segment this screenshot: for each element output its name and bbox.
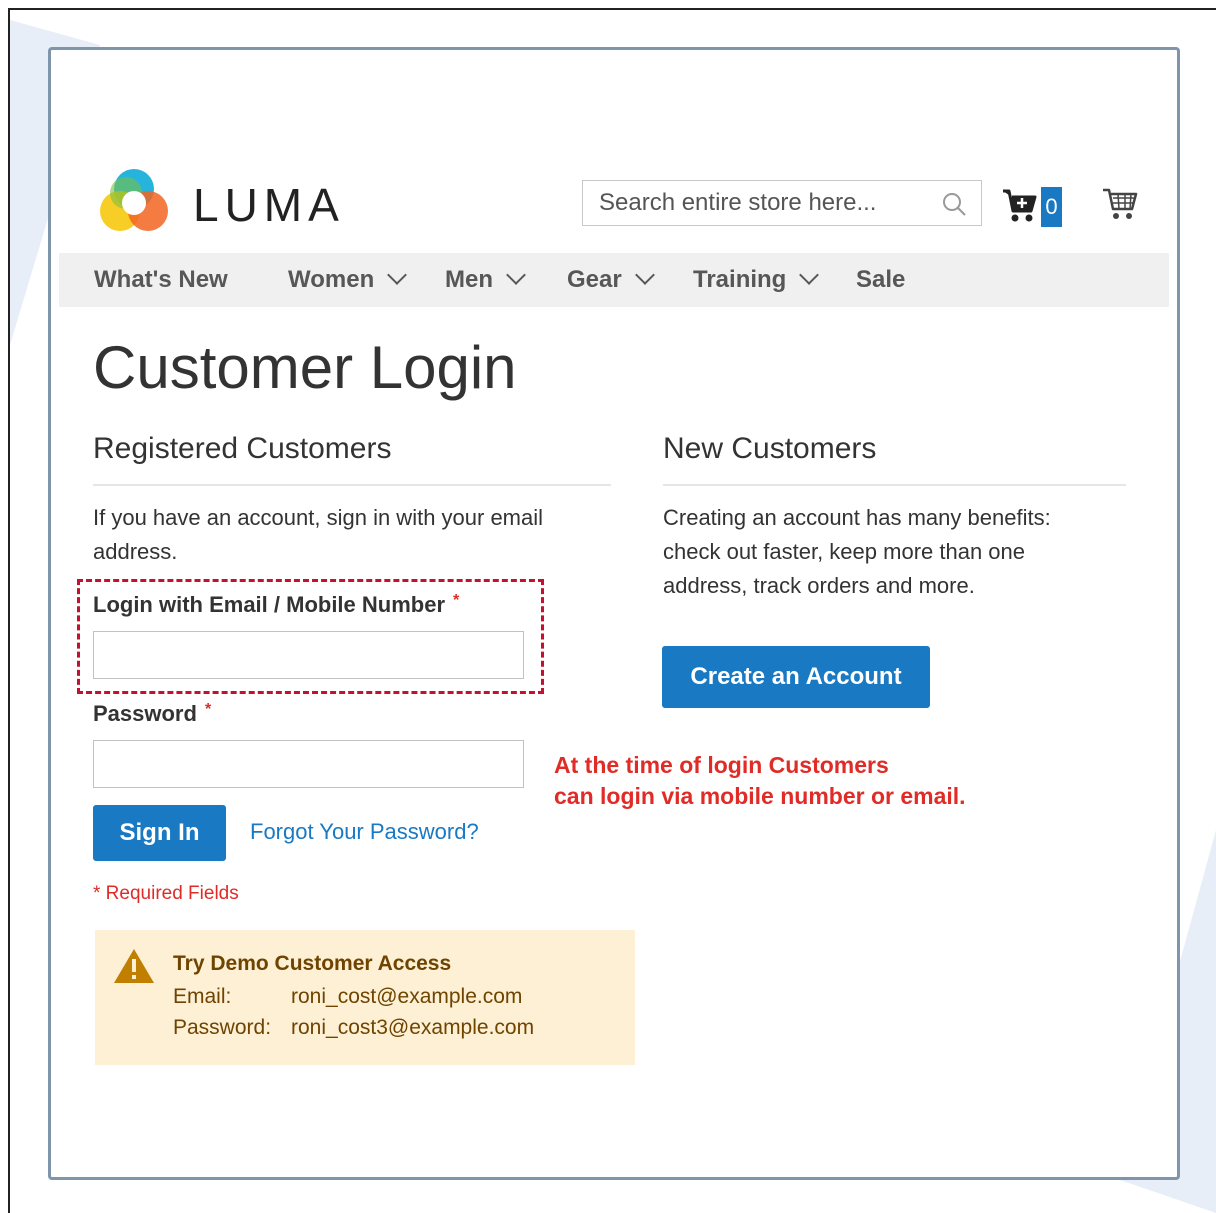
intro-line: If you have an account, sign in with you… [93,505,544,530]
nav-item-women[interactable]: Women [288,253,408,307]
demo-email-row: Email: roni_cost@example.com [173,985,522,1009]
password-label-text: Password [93,701,197,726]
brand-name[interactable]: LUMA [193,178,345,232]
nav-item-sale[interactable]: Sale [856,253,905,307]
create-account-button[interactable]: Create an Account [662,646,930,708]
minicart-button[interactable]: 0 [1001,185,1065,229]
required-fields-note: * Required Fields [93,883,239,904]
nav-item-training[interactable]: Training [693,253,820,307]
forgot-password-link[interactable]: Forgot Your Password? [250,819,479,845]
nav-label: Women [288,266,375,293]
chevron-down-icon [634,265,655,285]
search-input[interactable] [583,181,939,225]
annotation-line: At the time of login Customers [554,752,889,778]
intro-line: address. [93,539,178,564]
demo-email-value: roni_cost@example.com [291,985,523,1008]
demo-password-row: Password: roni_cost3@example.com [173,1016,534,1040]
chevron-down-icon [799,265,820,285]
benefit-line: Creating an account has many benefits: [663,505,1051,530]
password-input[interactable] [93,740,524,788]
sign-in-button[interactable]: Sign In [93,805,226,861]
nav-item-whats-new[interactable]: What's New [94,253,228,307]
new-customers-title: New Customers [663,432,877,465]
search-icon[interactable] [941,191,967,217]
shopping-cart-icon[interactable] [1101,185,1139,223]
login-label-text: Login with Email / Mobile Number [93,592,446,617]
nav-item-gear[interactable]: Gear [567,253,655,307]
login-email-mobile-input[interactable] [93,631,524,679]
chevron-down-icon [387,265,408,285]
password-field-label: Password * [93,701,211,727]
demo-title: Try Demo Customer Access [173,952,452,975]
page-title: Customer Login [93,334,517,401]
chevron-down-icon [506,265,526,285]
registered-intro: If you have an account, sign in with you… [93,501,543,569]
demo-access-message: Try Demo Customer Access Email: roni_cost… [95,930,635,1065]
main-navigation: What's New Women Men Gear Training Sale [59,253,1169,307]
required-asterisk: * [204,701,212,718]
demo-password-value: roni_cost3@example.com [291,1016,535,1039]
nav-label: Training [693,266,787,293]
annotation-note: At the time of login Customers can login… [554,750,966,812]
warning-icon [114,949,154,983]
nav-label: What's New [94,266,228,293]
required-asterisk: * [453,592,460,609]
nav-label: Sale [856,266,906,293]
benefit-line: check out faster, keep more than one [663,539,1026,564]
nav-label: Men [445,266,493,293]
nav-item-men[interactable]: Men [445,253,526,307]
benefit-line: address, track orders and more. [663,573,975,598]
divider [93,484,611,486]
cart-count-badge: 0 [1041,187,1062,227]
demo-password-key: Password: [173,1016,272,1039]
nav-label: Gear [567,266,622,293]
new-customers-text: Creating an account has many benefits: c… [663,501,1051,603]
login-field-label: Login with Email / Mobile Number * [93,592,459,618]
cart-plus-icon [1003,189,1037,222]
demo-email-key: Email: [173,985,232,1008]
search-box[interactable] [582,180,982,226]
luma-logo-icon[interactable] [96,165,172,241]
divider [663,484,1126,486]
browser-frame: LUMA 0 What's New Women Men Gear [48,47,1180,1180]
registered-customers-title: Registered Customers [93,432,392,465]
annotation-line: can login via mobile number or email. [554,783,966,809]
